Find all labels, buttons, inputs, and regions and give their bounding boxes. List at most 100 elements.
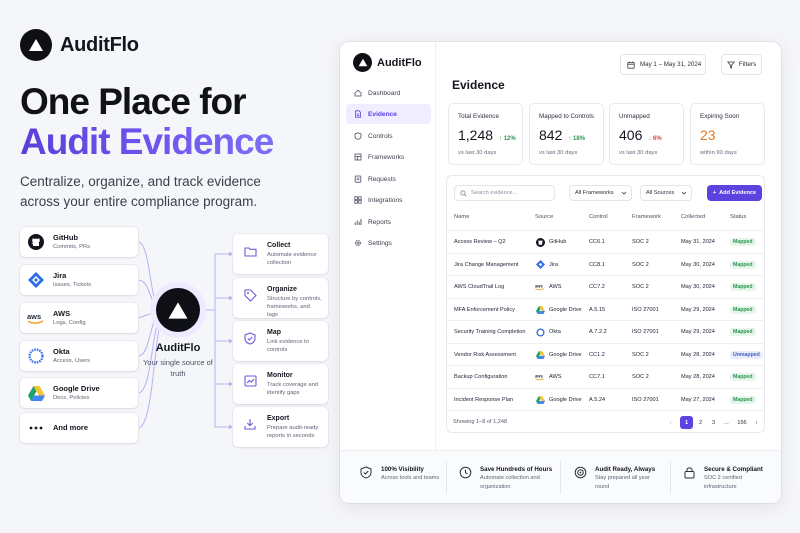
column-header-control[interactable]: Control — [589, 214, 608, 220]
cell-status: Mapped — [730, 231, 756, 253]
nav-label: Integrations — [368, 196, 403, 204]
cell-control: CC7.2 — [589, 284, 605, 290]
status-badge: Mapped — [730, 283, 756, 291]
pagination-page[interactable]: 3 — [707, 416, 720, 429]
sidebar: AuditFlo Dashboard Evidence Controls Fra… — [340, 42, 436, 450]
column-header-source[interactable]: Source — [535, 214, 553, 220]
pagination-page[interactable]: 156 — [734, 416, 750, 429]
triangle-logo-icon — [168, 301, 188, 319]
cell-control: A.5.15 — [589, 306, 606, 313]
column-header-framework[interactable]: Framework — [632, 214, 661, 220]
source-desc: Access, Users — [53, 357, 91, 364]
nav-label: Dashboard — [368, 89, 401, 97]
cell-framework: ISO 27001 — [632, 396, 659, 403]
nav-evidence[interactable]: Evidence — [346, 104, 431, 124]
more-icon — [27, 419, 45, 437]
cell-name: AWS CloudTrail Log — [454, 284, 505, 290]
status-badge: Mapped — [730, 373, 756, 381]
auditflo-hub-logo — [156, 288, 200, 332]
stat-delta-value: 6% — [653, 136, 662, 142]
source-okta[interactable]: Okta Access, Users — [20, 341, 138, 371]
filter-icon — [726, 61, 735, 69]
add-evidence-button[interactable]: + Add Evidence — [707, 185, 762, 201]
nav-settings[interactable]: Settings — [346, 233, 431, 253]
cell-control: CC1.2 — [589, 351, 605, 358]
cell-source: GitHub — [535, 231, 566, 253]
cell-framework: SOC 2 — [632, 239, 649, 245]
source-more[interactable]: And more — [20, 413, 138, 443]
filters-button[interactable]: Filters — [721, 54, 762, 75]
cell-source: aws AWS — [535, 366, 562, 388]
cell-status: Mapped — [730, 366, 756, 388]
step-title: Monitor — [267, 372, 293, 379]
cell-source: Google Drive — [535, 344, 582, 366]
svg-text:aws: aws — [27, 312, 41, 321]
cell-status: Mapped — [730, 254, 756, 276]
table-pagination: Showing 1–8 of 1,248 ‹ 1 2 3 ... 156 › — [447, 410, 764, 432]
date-range-picker[interactable]: May 1 – May 31, 2024 — [620, 54, 706, 75]
features-strip: 100% Visibility Across tools and teams Sa… — [340, 450, 781, 503]
step-title: Export — [267, 415, 290, 422]
clock-icon — [458, 465, 472, 479]
source-aws[interactable]: aws AWS Logs, Config — [20, 303, 138, 333]
column-header-name[interactable]: Name — [454, 214, 469, 220]
source-google-drive[interactable]: Google Drive Docs, Policies — [20, 378, 138, 408]
table-row[interactable]: MFA Enforcement Policy Google Drive A.5.15… — [447, 297, 764, 321]
github-icon — [27, 233, 45, 251]
table-row[interactable]: AWS CloudTrail Log aws AWS CC7.2 SOC 2 May 30… — [447, 275, 764, 298]
cell-framework: SOC 2 — [632, 374, 649, 380]
cell-status: Mapped — [730, 276, 756, 298]
table-row[interactable]: Incident Response Plan Google Drive A.5.24… — [447, 387, 764, 411]
app-brand[interactable]: AuditFlo — [353, 53, 422, 72]
search-input[interactable]: Search evidence... — [454, 185, 555, 201]
google-drive-icon — [27, 384, 45, 402]
pagination-next[interactable]: › — [750, 416, 763, 429]
feature-title: 100% Visibility — [381, 466, 424, 473]
source-github[interactable]: GitHub Commits, PRs — [20, 227, 138, 257]
nav-frameworks[interactable]: Frameworks — [346, 147, 431, 167]
cell-collected: May 28, 2024 — [681, 374, 715, 380]
chevron-right-icon: › — [755, 419, 758, 426]
step-monitor: Monitor Track coverage and identify gaps — [233, 364, 328, 404]
status-badge: Mapped — [730, 328, 756, 336]
cell-name: Security Training Completion — [454, 329, 526, 335]
cell-control: CC7.1 — [589, 374, 605, 380]
divider — [670, 461, 671, 494]
cell-name: Incident Response Plan — [454, 396, 514, 403]
calendar-icon — [627, 61, 635, 69]
source-desc: Docs, Policies — [53, 394, 90, 401]
column-header-collected[interactable]: Collected — [681, 214, 705, 220]
table-row[interactable]: Jira Change Management Jira CC8.1 SOC 2 May … — [447, 252, 764, 276]
table-row[interactable]: Access Review – Q2 GitHub CC6.1 SOC 2 May 31… — [447, 230, 764, 253]
pagination-page[interactable]: 2 — [694, 416, 707, 429]
lock-icon — [682, 465, 696, 479]
svg-text:aws: aws — [535, 374, 544, 379]
nav-reports[interactable]: Reports — [346, 212, 431, 232]
table-row[interactable]: Security Training Completion Okta A.7.2.2 I… — [447, 320, 764, 343]
nav-integrations[interactable]: Integrations — [346, 190, 431, 210]
add-evidence-label: Add Evidence — [719, 190, 757, 196]
pagination-prev[interactable]: ‹ — [664, 416, 677, 429]
stat-mapped: Mapped to Controls 842 ↑ 18% vs last 30 d… — [529, 103, 604, 165]
cell-source-name: Jira — [549, 261, 559, 268]
source-desc: Logs, Config — [53, 319, 86, 326]
aws-icon: aws — [535, 282, 545, 292]
nav-controls[interactable]: Controls — [346, 126, 431, 146]
download-icon — [241, 415, 259, 433]
cell-source-name: Okta — [549, 329, 561, 335]
table-row[interactable]: Vendor Risk Assessment Google Drive CC1.2 S… — [447, 342, 764, 366]
nav-requests[interactable]: Requests — [346, 169, 431, 189]
table-row[interactable]: Backup Configuration aws AWS CC7.1 SOC 2 May … — [447, 365, 764, 388]
sources-select[interactable]: All Sources — [640, 185, 692, 201]
step-title: Map — [267, 329, 281, 336]
cell-name: MFA Enforcement Policy — [454, 306, 515, 313]
frameworks-select[interactable]: All Frameworks — [569, 185, 632, 201]
source-jira[interactable]: Jira Issues, Tickets — [20, 265, 138, 295]
column-header-status[interactable]: Status — [730, 214, 746, 220]
status-badge: Unmapped — [730, 350, 763, 359]
cell-status: Mapped — [730, 299, 756, 321]
nav-dashboard[interactable]: Dashboard — [346, 83, 431, 103]
step-desc: Structure by controls, frameworks, and t… — [267, 296, 322, 318]
cell-status: Unmapped — [730, 344, 763, 366]
pagination-page[interactable]: 1 — [680, 416, 693, 429]
